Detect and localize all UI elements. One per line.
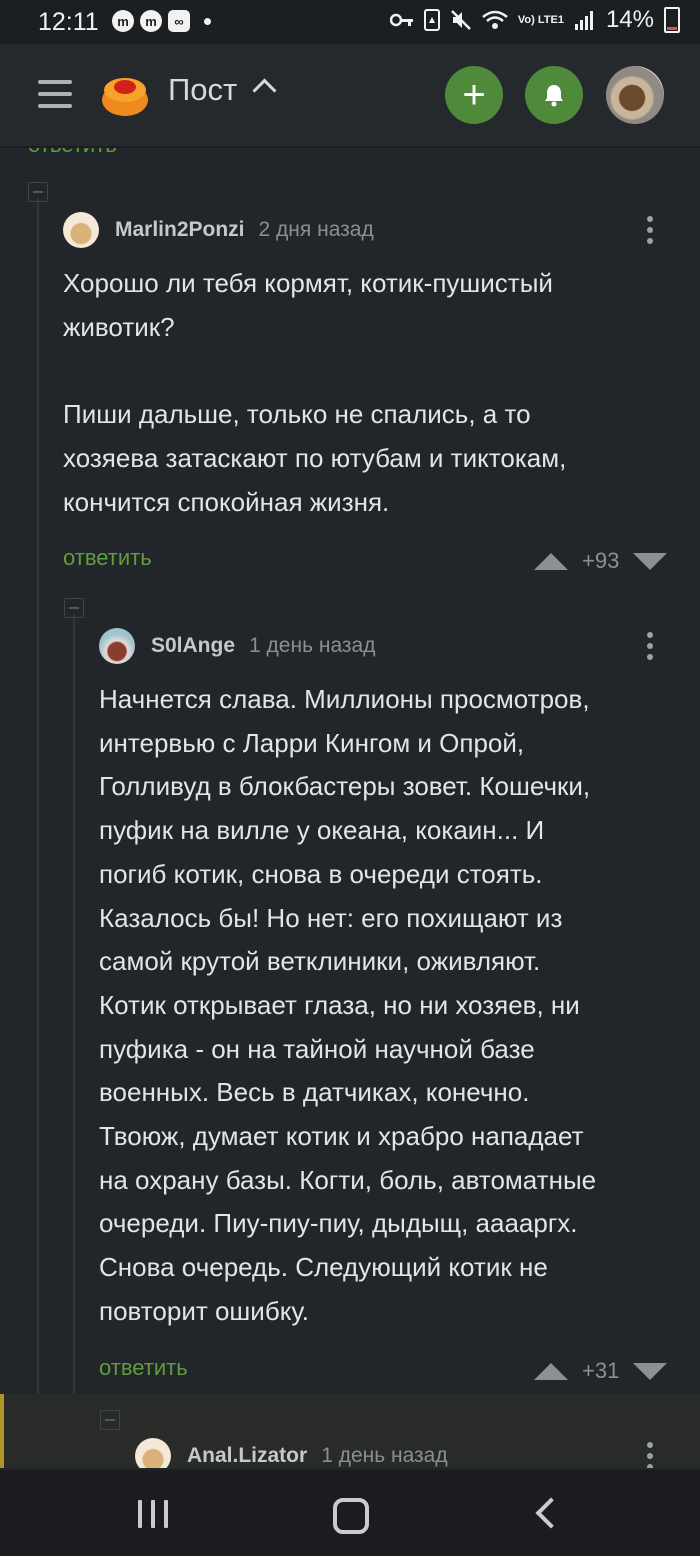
downvote-icon[interactable] xyxy=(633,552,668,570)
app-m-icon: m xyxy=(112,10,134,32)
comment-author[interactable]: Anal.Lizator xyxy=(187,1444,307,1468)
user-avatar[interactable] xyxy=(606,66,664,124)
status-time: 12:11 xyxy=(38,8,99,36)
wifi-icon xyxy=(482,10,508,29)
collapse-thread-button[interactable] xyxy=(100,1410,120,1430)
comment-header: Marlin2Ponzi 2 дня назад xyxy=(63,212,374,248)
comment-text: Начнется слава. Миллионы просмотров, инт… xyxy=(99,684,597,1326)
infinity-app-icon: ∞ xyxy=(168,10,190,32)
comment-time: 1 день назад xyxy=(321,1444,448,1467)
signal-icon xyxy=(574,11,593,30)
notifications-button[interactable] xyxy=(525,66,583,124)
collapse-thread-button[interactable] xyxy=(28,182,48,202)
network-type: Vo) LTE1 xyxy=(517,13,564,26)
previous-reply-link[interactable]: ответить xyxy=(28,148,117,158)
home-icon[interactable] xyxy=(333,1498,369,1534)
comment-header: S0lAnge 1 день назад xyxy=(99,628,375,664)
more-options-icon[interactable] xyxy=(647,632,653,665)
comment-header: Anal.Lizator 1 день назад xyxy=(135,1438,448,1468)
downvote-icon[interactable] xyxy=(633,1362,668,1380)
comments-section: ответить Marlin2Ponzi 2 дня назад Хорошо… xyxy=(0,148,700,1468)
upvote-icon[interactable] xyxy=(534,552,568,570)
avatar[interactable] xyxy=(63,212,99,248)
comment-time: 2 дня назад xyxy=(258,218,374,241)
page-title[interactable]: Пост xyxy=(168,72,237,108)
avatar[interactable] xyxy=(99,628,135,664)
thread-line xyxy=(37,198,39,1468)
key-icon xyxy=(389,13,413,27)
more-options-icon[interactable] xyxy=(647,216,653,249)
comment-text: Хорошо ли тебя кормят, котик-пушистый жи… xyxy=(63,268,567,517)
more-notifications-dot xyxy=(204,18,211,25)
reply-link[interactable]: ответить xyxy=(63,545,152,571)
battery-percent: 14% xyxy=(605,6,654,33)
bell-icon xyxy=(545,85,563,107)
add-post-button[interactable]: + xyxy=(445,66,503,124)
new-comment-marker xyxy=(0,1394,4,1468)
recycle-icon xyxy=(423,9,440,31)
upvote-icon[interactable] xyxy=(534,1362,568,1380)
vote-control: +93 xyxy=(534,548,668,574)
battery-icon xyxy=(664,7,680,33)
status-bar: 12:11 m m ∞ Vo) LTE1 14% xyxy=(0,0,700,44)
recent-apps-icon[interactable] xyxy=(138,1500,168,1528)
back-icon[interactable] xyxy=(535,1497,567,1529)
more-options-icon[interactable] xyxy=(647,1442,653,1468)
reply-link[interactable]: ответить xyxy=(99,1355,188,1381)
app-m-icon: m xyxy=(140,10,162,32)
pikabu-logo-icon[interactable] xyxy=(100,70,150,118)
app-header: Пост + xyxy=(0,44,700,148)
chevron-up-icon[interactable] xyxy=(252,78,277,103)
comment-author[interactable]: S0lAnge xyxy=(151,634,235,658)
vote-control: +31 xyxy=(534,1358,668,1384)
collapse-thread-button[interactable] xyxy=(64,598,84,618)
system-nav-bar xyxy=(0,1470,700,1556)
comment-time: 1 день назад xyxy=(249,634,376,657)
comment-score: +31 xyxy=(582,1358,620,1383)
comment-author[interactable]: Marlin2Ponzi xyxy=(115,218,245,242)
thread-line xyxy=(73,614,75,1468)
comment-score: +93 xyxy=(582,548,620,573)
system-icons: Vo) LTE1 14% xyxy=(389,6,680,34)
menu-icon[interactable] xyxy=(38,80,72,108)
notification-icons: m m ∞ xyxy=(112,10,211,32)
mute-icon xyxy=(451,10,471,30)
avatar[interactable] xyxy=(135,1438,171,1468)
